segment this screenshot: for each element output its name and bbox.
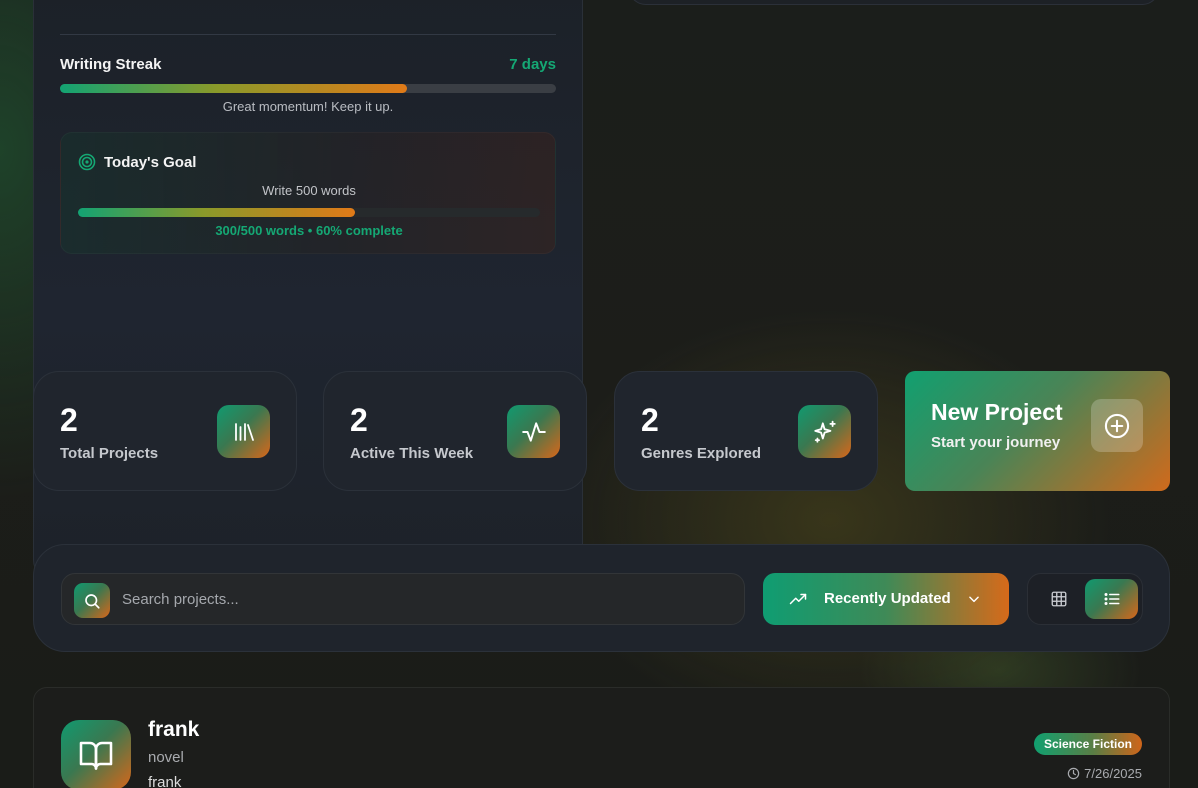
top-right-panel	[628, 0, 1160, 5]
new-project-button[interactable]: New Project Start your journey	[905, 371, 1170, 491]
stat-label: Active This Week	[350, 445, 474, 462]
target-icon	[78, 153, 96, 171]
new-project-subtitle: Start your journey	[931, 434, 1061, 451]
trending-up-icon	[789, 593, 807, 605]
streak-label: Writing Streak	[60, 56, 162, 73]
list-icon	[1104, 593, 1119, 605]
stat-card-genres-explored: 2 Genres Explored	[614, 371, 878, 491]
stat-value: 2	[350, 402, 368, 438]
todays-goal-card: Today's Goal Write 500 words 300/500 wor…	[60, 132, 556, 254]
sparkles-icon	[798, 405, 851, 458]
goal-description: Write 500 words	[262, 183, 356, 198]
stat-label: Genres Explored	[641, 445, 762, 462]
streak-value: 7 days	[509, 56, 556, 73]
grid-icon	[1051, 591, 1066, 607]
stat-card-active-this-week: 2 Active This Week	[323, 371, 587, 491]
search-box	[61, 573, 745, 625]
book-open-icon	[61, 720, 131, 788]
search-icon	[74, 583, 110, 618]
view-mode-toggle	[1027, 573, 1143, 625]
clock-icon	[1067, 767, 1080, 780]
goal-progress-text: 300/500 words • 60% complete	[215, 223, 403, 238]
project-toolbar: Recently Updated	[33, 544, 1170, 652]
chevron-down-icon	[969, 596, 979, 603]
project-title: frank	[148, 718, 200, 741]
sort-dropdown[interactable]: Recently Updated	[763, 573, 1009, 625]
list-view-button[interactable]	[1085, 579, 1138, 619]
streak-progress-fill	[60, 84, 408, 93]
goal-progress-fill	[78, 208, 356, 217]
new-project-title: New Project	[931, 399, 1063, 425]
stat-card-total-projects: 2 Total Projects	[33, 371, 297, 491]
grid-view-button[interactable]	[1032, 579, 1085, 619]
project-description: frank	[148, 774, 182, 788]
genre-badge: Science Fiction	[1033, 733, 1142, 755]
stat-value: 2	[60, 402, 78, 438]
stat-value: 2	[641, 402, 659, 438]
project-date: 7/26/2025	[1084, 766, 1142, 781]
library-icon	[217, 405, 270, 458]
plus-circle-icon	[1091, 399, 1143, 452]
goal-progress-bar	[78, 208, 540, 217]
activity-icon	[507, 405, 560, 458]
streak-progress-bar	[60, 84, 556, 93]
search-input[interactable]	[122, 574, 722, 624]
project-updated: 7/26/2025	[1067, 766, 1142, 781]
goal-title: Today's Goal	[104, 154, 197, 171]
stat-label: Total Projects	[60, 445, 159, 462]
streak-message: Great momentum! Keep it up.	[222, 99, 394, 114]
project-card[interactable]: frank novel frank Science Fiction 7/26/2…	[33, 687, 1170, 788]
divider	[60, 34, 556, 35]
project-type: novel	[148, 749, 184, 766]
sort-label: Recently Updated	[824, 590, 951, 607]
